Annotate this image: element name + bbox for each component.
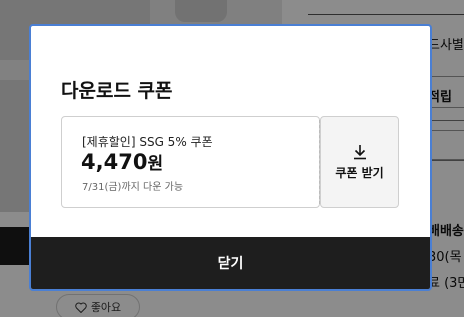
coupon-name: [제휴할인] SSG 5% 쿠폰 xyxy=(82,135,213,149)
close-button[interactable]: 닫기 xyxy=(31,237,430,289)
coupon-deadline: 7/31(금)까지 다운 가능 xyxy=(82,182,184,193)
coupon-download-button[interactable]: 쿠폰 받기 xyxy=(320,116,399,208)
coupon-info: [제휴할인] SSG 5% 쿠폰 4,470원 7/31(금)까지 다운 가능 xyxy=(61,116,320,208)
close-label: 닫기 xyxy=(217,256,244,272)
coupon-download-label: 쿠폰 받기 xyxy=(335,165,384,180)
coupon-amount: 4,470원 xyxy=(81,149,163,174)
download-icon xyxy=(353,144,366,159)
coupon-download-modal: 다운로드 쿠폰 [제휴할인] SSG 5% 쿠폰 4,470원 7/31(금)까… xyxy=(29,24,432,291)
coupon-amount-value: 4,470 xyxy=(81,150,148,174)
coupon-amount-unit: 원 xyxy=(147,154,164,174)
modal-title: 다운로드 쿠폰 xyxy=(61,80,173,102)
coupon-card: [제휴할인] SSG 5% 쿠폰 4,470원 7/31(금)까지 다운 가능 … xyxy=(61,116,399,208)
